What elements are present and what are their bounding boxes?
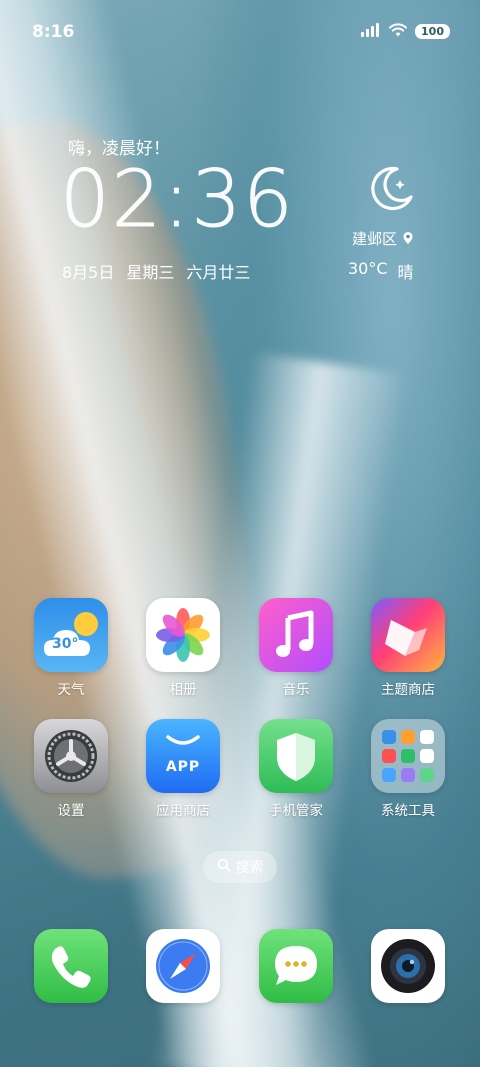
browser-icon (146, 929, 220, 1003)
phone-manager-icon (259, 719, 333, 793)
moon-icon (367, 163, 417, 217)
app-phone-manager[interactable]: 手机管家 (246, 719, 346, 819)
search-button[interactable]: 搜索 (203, 851, 277, 883)
status-bar: 8:16 100 (0, 0, 480, 64)
app-photos[interactable]: 相册 (133, 598, 233, 698)
search-label: 搜索 (235, 860, 264, 876)
messages-icon (259, 929, 333, 1003)
widget-clock: 02:36 (60, 155, 295, 246)
weather-icon-temp: 30° (52, 636, 79, 652)
app-settings[interactable]: 设置 (21, 719, 121, 819)
status-icons: 100 (361, 22, 450, 41)
settings-icon (34, 719, 108, 793)
app-music[interactable]: 音乐 (246, 598, 346, 698)
battery-icon: 100 (415, 24, 450, 39)
weather-icon: 30° (34, 598, 108, 672)
app-label: 应用商店 (156, 803, 210, 819)
dock-phone[interactable] (21, 929, 121, 1003)
theme-store-icon (371, 598, 445, 672)
temperature-text: 30°C (348, 259, 388, 278)
weather-row: 30°C 晴 (348, 259, 414, 283)
app-label: 相册 (169, 682, 197, 698)
phone-icon (34, 929, 108, 1003)
app-label: 手机管家 (269, 803, 323, 819)
status-time: 8:16 (32, 22, 75, 42)
app-label: 设置 (57, 803, 85, 819)
app-theme-store[interactable]: 主题商店 (358, 598, 458, 698)
dock-camera[interactable] (358, 929, 458, 1003)
location-text: 建邺区 (352, 230, 398, 248)
date-text: 8月5日 (62, 263, 115, 282)
location-pin-icon (403, 230, 413, 248)
dock-messages[interactable] (246, 929, 346, 1003)
photos-icon (146, 598, 220, 672)
app-label: 天气 (57, 682, 85, 698)
app-label: 系统工具 (381, 803, 435, 819)
folder-icon (371, 719, 445, 793)
app-store-icon: APP (146, 719, 220, 793)
dock-browser[interactable] (133, 929, 233, 1003)
music-icon (259, 598, 333, 672)
wifi-icon (389, 22, 408, 41)
app-label: 主题商店 (381, 682, 435, 698)
app-folder-system-tools[interactable]: 系统工具 (358, 719, 458, 819)
app-label: 音乐 (282, 682, 310, 698)
weekday-text: 星期三 (126, 263, 175, 282)
condition-text: 晴 (397, 263, 414, 282)
signal-icon (361, 22, 381, 41)
date-row: 8月5日 星期三 六月廿三 (62, 259, 250, 283)
app-weather[interactable]: 30° 天气 (21, 598, 121, 698)
app-store-icon-text: APP (165, 759, 201, 775)
camera-icon (371, 929, 445, 1003)
lunar-date-text: 六月廿三 (186, 263, 251, 282)
search-icon (217, 858, 231, 876)
location-row: 建邺区 (352, 228, 413, 249)
app-app-store[interactable]: APP 应用商店 (133, 719, 233, 819)
